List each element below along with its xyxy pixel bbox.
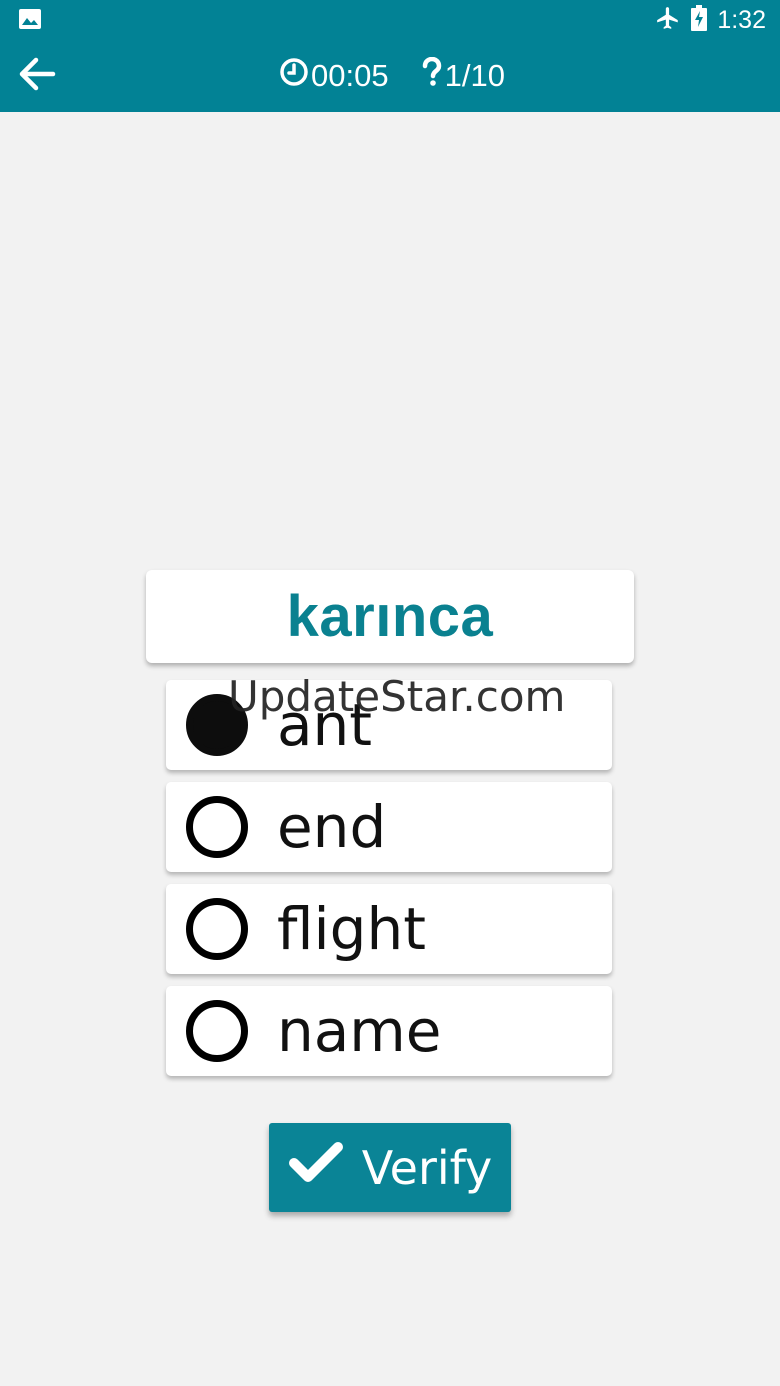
verify-button[interactable]: Verify [269, 1123, 511, 1212]
checkmark-icon [288, 1139, 344, 1196]
timer: 00:05 [279, 57, 389, 95]
option-ant[interactable]: ant [166, 680, 612, 770]
radio-button[interactable] [186, 898, 248, 960]
status-time: 1:32 [717, 5, 766, 34]
radio-button-selected[interactable] [186, 694, 248, 756]
option-end[interactable]: end [166, 782, 612, 872]
option-flight[interactable]: flight [166, 884, 612, 974]
battery-charging-icon [691, 4, 708, 36]
question-progress: 1/10 [421, 56, 505, 95]
clock-icon [279, 57, 311, 95]
airplane-icon [655, 5, 681, 36]
progress-value: 1/10 [444, 58, 505, 93]
option-label: end [277, 793, 387, 861]
option-label: name [277, 997, 442, 1065]
radio-button[interactable] [186, 1000, 248, 1062]
radio-button[interactable] [186, 796, 248, 858]
question-word-card: karınca [146, 570, 634, 663]
question-icon [421, 56, 445, 95]
image-icon [18, 8, 42, 35]
status-bar: 1:32 [0, 0, 780, 40]
question-word: karınca [286, 584, 494, 649]
option-label: flight [277, 895, 426, 963]
verify-label: Verify [361, 1140, 493, 1195]
timer-value: 00:05 [311, 58, 389, 93]
option-name[interactable]: name [166, 986, 612, 1076]
option-label: ant [277, 691, 373, 759]
app-bar: 00:05 1/10 [0, 40, 780, 112]
